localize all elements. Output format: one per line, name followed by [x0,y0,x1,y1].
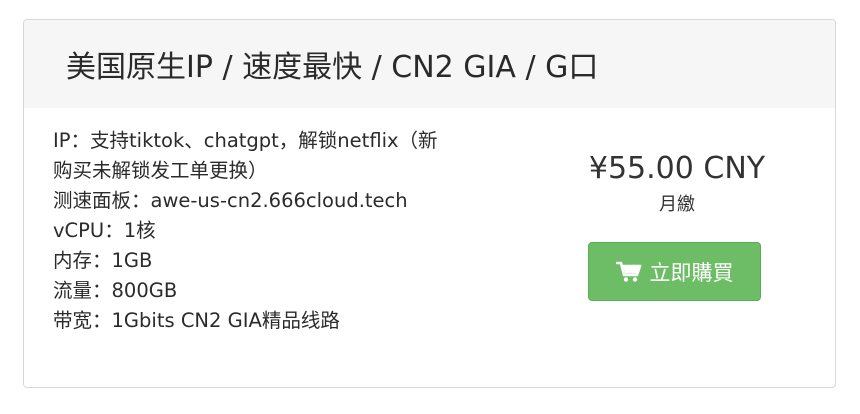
price-block: ¥55.00 CNY 月繳 [572,150,782,218]
billing-cycle: 月繳 [659,194,695,215]
feature-line-memory: 内存：1GB [53,249,153,272]
buy-now-label: 立即購買 [649,260,734,285]
buy-now-button[interactable]: 立即購買 [588,242,761,301]
shopping-cart-icon [615,261,642,283]
feature-line-vcpu: vCPU：1核 [53,219,156,242]
product-title: 美国原生IP / 速度最快 / CN2 GIA / G口 [66,50,599,85]
feature-line-ip-cont: 购买未解锁发工单更换） [53,159,268,182]
feature-line-traffic: 流量：800GB [53,279,178,302]
feature-line-speedtest: 测速面板：awe-us-cn2.666cloud.tech [53,189,408,212]
feature-line-bandwidth: 带宽：1Gbits CN2 GIA精品线路 [53,309,340,332]
feature-list: IP：支持tiktok、chatgpt，解锁netflix（新 购买未解锁发工单… [53,126,498,336]
price-amount: ¥55.00 CNY [588,151,766,186]
product-card: 美国原生IP / 速度最快 / CN2 GIA / G口 IP：支持tiktok… [23,19,836,388]
product-card-header: 美国原生IP / 速度最快 / CN2 GIA / G口 [24,20,835,108]
feature-line-ip: IP：支持tiktok、chatgpt，解锁netflix（新 [53,129,438,152]
product-card-body: IP：支持tiktok、chatgpt，解锁netflix（新 购买未解锁发工单… [24,108,835,387]
